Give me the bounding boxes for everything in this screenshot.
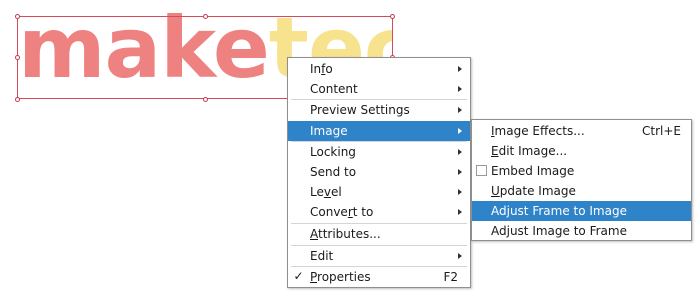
menu-item-convert-to[interactable]: Convert to: [288, 202, 470, 222]
submenu-item-edit-image[interactable]: Edit Image...: [472, 141, 691, 161]
submenu-arrow-icon: [458, 189, 462, 195]
menu-item-level[interactable]: Level: [288, 182, 470, 202]
image-submenu: Image Effects... Ctrl+E Edit Image... Em…: [471, 119, 692, 241]
submenu-arrow-icon: [458, 107, 462, 113]
menu-item-label: Content: [310, 82, 358, 96]
menu-item-preview-settings[interactable]: Preview Settings: [288, 100, 470, 120]
menu-item-label: Edit Image...: [491, 144, 568, 158]
submenu-arrow-icon: [458, 66, 462, 72]
menu-item-edit[interactable]: Edit: [288, 246, 470, 266]
resize-handle-middle-left[interactable]: [15, 55, 20, 60]
submenu-item-update-image[interactable]: Update Image: [472, 181, 691, 201]
submenu-arrow-icon: [458, 253, 462, 259]
context-menu: Info Content Preview Settings Image Lock…: [287, 57, 471, 288]
menu-item-label: Adjust Image to Frame: [491, 224, 627, 238]
resize-handle-bottom-left[interactable]: [15, 97, 20, 102]
submenu-item-adjust-image-to-frame[interactable]: Adjust Image to Frame: [472, 221, 691, 241]
submenu-arrow-icon: [458, 149, 462, 155]
menu-item-label: Properties: [310, 270, 371, 284]
menu-item-attributes[interactable]: Attributes...: [288, 224, 470, 244]
resize-handle-top-center[interactable]: [203, 14, 208, 19]
menu-item-image[interactable]: Image: [288, 121, 470, 141]
menu-item-properties[interactable]: ✓ Properties F2: [288, 267, 470, 287]
submenu-arrow-icon: [458, 169, 462, 175]
menu-item-shortcut: F2: [443, 270, 458, 284]
checkbox-icon[interactable]: [476, 165, 487, 176]
menu-item-label: Preview Settings: [310, 103, 410, 117]
menu-item-locking[interactable]: Locking: [288, 142, 470, 162]
menu-item-label: Embed Image: [491, 164, 575, 178]
menu-item-label: Adjust Frame to Image: [491, 204, 627, 218]
menu-item-label: Image Effects...: [491, 124, 585, 138]
menu-item-label: Info: [310, 62, 333, 76]
submenu-item-image-effects[interactable]: Image Effects... Ctrl+E: [472, 121, 691, 141]
menu-item-label: Update Image: [491, 184, 576, 198]
submenu-arrow-icon: [458, 128, 462, 134]
menu-item-shortcut: Ctrl+E: [642, 124, 681, 138]
resize-handle-top-left[interactable]: [15, 14, 20, 19]
menu-item-label: Image: [310, 124, 348, 138]
menu-item-label: Send to: [310, 165, 357, 179]
menu-item-label: Level: [310, 185, 342, 199]
submenu-item-embed-image[interactable]: Embed Image: [472, 161, 691, 181]
menu-item-label: Attributes...: [310, 227, 381, 241]
checkmark-icon: ✓: [293, 269, 304, 283]
submenu-arrow-icon: [458, 86, 462, 92]
menu-item-label: Edit: [310, 249, 334, 263]
menu-item-content[interactable]: Content: [288, 79, 470, 99]
resize-handle-bottom-center[interactable]: [203, 97, 208, 102]
submenu-item-adjust-frame-to-image[interactable]: Adjust Frame to Image: [472, 201, 691, 221]
menu-item-label: Locking: [310, 145, 356, 159]
resize-handle-top-right[interactable]: [390, 14, 395, 19]
menu-item-info[interactable]: Info: [288, 59, 470, 79]
menu-item-send-to[interactable]: Send to: [288, 162, 470, 182]
submenu-arrow-icon: [458, 209, 462, 215]
menu-item-label: Convert to: [310, 205, 374, 219]
